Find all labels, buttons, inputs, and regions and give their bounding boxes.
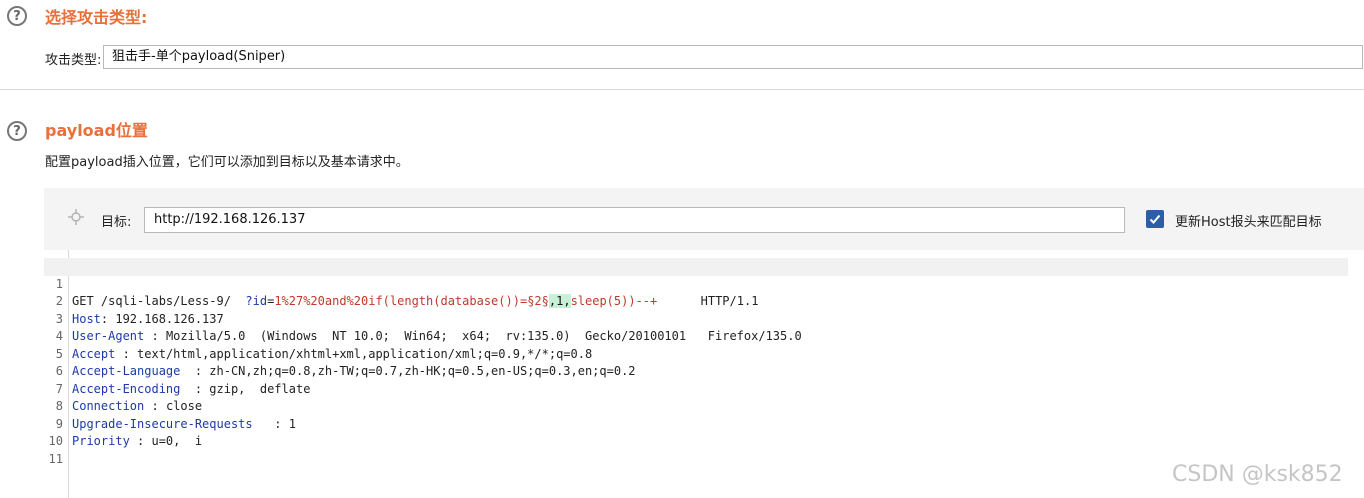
header-line: 5 Accept-Language : zh-CN,zh;q=0.8,zh-TW…	[44, 328, 1348, 379]
header-line: 9 Priority : u=0, i	[44, 398, 1348, 449]
target-label: 目标:	[101, 215, 132, 230]
target-input[interactable]: http://192.168.126.137	[144, 207, 1125, 233]
line-number: 11	[48, 451, 63, 466]
header-line: 3 User-Agent : Mozilla/5.0 (Windows NT 1…	[44, 293, 1348, 344]
watermark: CSDN @ksk852	[1172, 462, 1343, 487]
update-host-checkbox[interactable]	[1146, 210, 1164, 228]
header-line: 2 Host: 192.168.126.137	[44, 276, 1348, 326]
payload-positions-title: payload位置	[45, 121, 148, 140]
update-host-label: 更新Host报头来匹配目标	[1175, 215, 1322, 230]
attack-type-title: 选择攻击类型:	[45, 8, 148, 27]
payload-positions-description: 配置payload插入位置，它们可以添加到目标以及基本请求中。	[45, 155, 409, 170]
empty-line: 11	[44, 433, 1348, 466]
request-editor[interactable]: 1 GET /sqli-labs/Less-9/ ?id=1%27%20and%…	[44, 250, 1364, 498]
crosshair-icon	[68, 209, 84, 225]
target-row: 目标: http://192.168.126.137 更新Host报头来匹配目标	[44, 188, 1364, 250]
header-line: 7 Connection : close	[44, 363, 1348, 414]
header-line: 6 Accept-Encoding : gzip, deflate	[44, 346, 1348, 396]
header-line: 8 Upgrade-Insecure-Requests : 1	[44, 381, 1348, 431]
attack-type-label: 攻击类型:	[45, 53, 102, 68]
empty-line: 10	[44, 416, 1348, 448]
request-panel: 目标: http://192.168.126.137 更新Host报头来匹配目标…	[44, 188, 1364, 498]
attack-type-select[interactable]: 狙击手-单个payload(Sniper)	[103, 45, 1363, 69]
help-icon[interactable]: ?	[7, 121, 27, 141]
header-line: 4 Accept : text/html,application/xhtml+x…	[44, 311, 1348, 361]
section-divider	[0, 89, 1364, 90]
help-icon[interactable]: ?	[7, 6, 27, 26]
request-line: 1 GET /sqli-labs/Less-9/ ?id=1%27%20and%…	[44, 258, 1348, 308]
